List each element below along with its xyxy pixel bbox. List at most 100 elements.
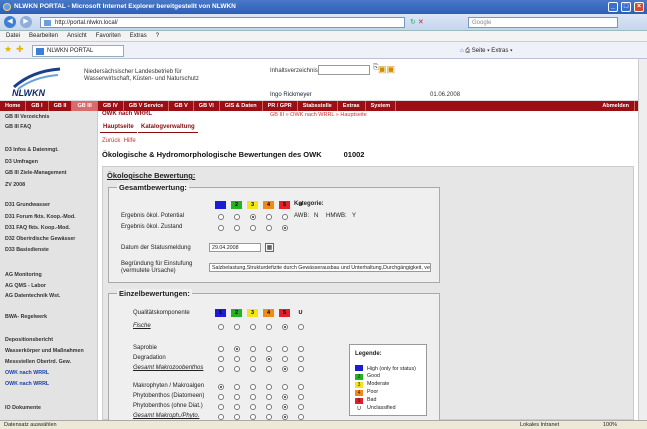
rating-radio[interactable]	[218, 324, 224, 330]
datum-input[interactable]: 29.04.2008	[209, 243, 261, 252]
rating-radio[interactable]	[234, 214, 240, 220]
rating-radio[interactable]	[250, 214, 256, 220]
forward-arrow-icon[interactable]: ▶	[20, 16, 32, 28]
menu-ansicht[interactable]: Ansicht	[67, 33, 87, 39]
rating-radio[interactable]	[298, 394, 304, 400]
nav-gb1[interactable]: GB I	[26, 101, 49, 111]
sidebar-item[interactable]: D3 Infos & Datenmgt.	[5, 147, 98, 153]
back-link[interactable]: Zurück	[102, 138, 120, 144]
rating-radio[interactable]	[266, 384, 272, 390]
rating-radio[interactable]	[234, 225, 240, 231]
close-icon[interactable]: ×	[634, 2, 644, 12]
rating-radio[interactable]	[282, 404, 288, 410]
sidebar-item[interactable]: AG Datentechnik Wst.	[5, 293, 98, 299]
rating-radio[interactable]	[234, 394, 240, 400]
home-icon[interactable]: ⌂	[460, 48, 464, 54]
browser-tab[interactable]: NLWKN PORTAL	[32, 45, 124, 57]
rating-radio[interactable]	[266, 324, 272, 330]
nav-pr-gpr[interactable]: PR / GPR	[263, 101, 298, 111]
rating-radio[interactable]	[266, 394, 272, 400]
command-bar[interactable]: ⌂ ⎙ Seite ▾ Extras ▾	[460, 45, 513, 57]
menu-help[interactable]: ?	[156, 33, 159, 39]
begruendung-input[interactable]: Salzbelastung,Strukturdefizite durch Gew…	[209, 263, 431, 272]
menu-bearbeiten[interactable]: Bearbeiten	[29, 33, 58, 39]
rating-radio[interactable]	[266, 366, 272, 372]
rating-radio[interactable]	[282, 214, 288, 220]
rating-radio[interactable]	[234, 346, 240, 352]
sidebar-item[interactable]: OWK nach WRRL	[5, 370, 98, 376]
rating-radio[interactable]	[218, 214, 224, 220]
rating-radio[interactable]	[266, 346, 272, 352]
rating-radio[interactable]	[250, 404, 256, 410]
calendar-icon[interactable]: ▦	[265, 243, 274, 252]
sidebar-item[interactable]: D31 Forum fkts. Koop.-Mod.	[5, 214, 98, 220]
menu-favoriten[interactable]: Favoriten	[96, 33, 121, 39]
rating-radio[interactable]	[234, 404, 240, 410]
rating-radio[interactable]	[282, 356, 288, 362]
stop-icon[interactable]: ✕	[418, 19, 424, 26]
rating-radio[interactable]	[218, 366, 224, 372]
nav-gis-daten[interactable]: GIS & Daten	[220, 101, 263, 111]
sidebar-item[interactable]: Depositionsbericht	[5, 337, 98, 343]
rating-radio[interactable]	[250, 225, 256, 231]
tab-hauptseite[interactable]: Hauptseite	[100, 123, 137, 133]
vertical-scrollbar[interactable]	[638, 59, 647, 420]
breadcrumb[interactable]: GB III » OWK nach WRRL » Hauptseite	[270, 112, 367, 118]
nav-gb4[interactable]: GB IV	[98, 101, 124, 111]
rating-radio[interactable]	[266, 404, 272, 410]
rating-radio[interactable]	[250, 366, 256, 372]
logout-link[interactable]: Abmelden	[597, 101, 635, 111]
nav-home[interactable]: Home	[0, 101, 27, 111]
rating-radio[interactable]	[282, 346, 288, 352]
nav-gb5[interactable]: GB V	[169, 101, 194, 111]
search-input[interactable]: Google	[468, 17, 618, 28]
sidebar-item[interactable]: ZV 2008	[5, 182, 98, 188]
refresh-icon[interactable]: ↻	[410, 19, 416, 26]
sidebar-item[interactable]: AG Monitoring	[5, 272, 98, 278]
sidebar-item[interactable]: Messstellen Oberird. Gew.	[5, 359, 98, 365]
nav-gb2[interactable]: GB II	[49, 101, 73, 111]
rating-radio[interactable]	[282, 225, 288, 231]
sidebar-item[interactable]: GB III Ziele-Management	[5, 170, 98, 176]
sidebar-item[interactable]: IO Dokumente	[5, 405, 98, 411]
rating-radio[interactable]	[250, 356, 256, 362]
sidebar-item[interactable]: GB III FAQ	[5, 124, 98, 130]
rating-radio[interactable]	[234, 324, 240, 330]
rating-radio[interactable]	[250, 346, 256, 352]
rating-radio[interactable]	[282, 394, 288, 400]
rating-radio[interactable]	[298, 346, 304, 352]
favorites-star-icon[interactable]: ★	[4, 44, 12, 55]
rating-radio[interactable]	[282, 384, 288, 390]
nav-system[interactable]: System	[366, 101, 397, 111]
nav-gb6[interactable]: GB VI	[194, 101, 220, 111]
rating-radio[interactable]	[250, 384, 256, 390]
rating-radio[interactable]	[218, 404, 224, 410]
sidebar-item[interactable]: Wasserkörper und Maßnahmen	[5, 348, 98, 354]
sidebar-item[interactable]: D31 FAQ fkts. Koop.-Mod.	[5, 225, 98, 231]
zoom-level[interactable]: 100%	[603, 421, 617, 429]
rating-radio[interactable]	[266, 225, 272, 231]
rating-radio[interactable]	[298, 324, 304, 330]
rating-radio[interactable]	[234, 356, 240, 362]
sidebar-item[interactable]: D3 Umfragen	[5, 159, 98, 165]
rating-radio[interactable]	[266, 214, 272, 220]
sidebar-item[interactable]: GB III Verzeichnis	[5, 114, 98, 120]
add-favorite-icon[interactable]: ✚	[16, 44, 24, 55]
rating-radio[interactable]	[218, 356, 224, 362]
rating-radio[interactable]	[218, 346, 224, 352]
rating-radio[interactable]	[250, 394, 256, 400]
rating-radio[interactable]	[298, 356, 304, 362]
rating-radio[interactable]	[218, 384, 224, 390]
rating-radio[interactable]	[282, 324, 288, 330]
rating-radio[interactable]	[298, 366, 304, 372]
maximize-icon[interactable]: □	[621, 2, 631, 12]
rating-radio[interactable]	[218, 394, 224, 400]
rating-radio[interactable]	[298, 404, 304, 410]
minimize-icon[interactable]: _	[608, 2, 618, 12]
sidebar-item[interactable]: D33 Basisdienste	[5, 247, 98, 253]
sidebar-item[interactable]: D32 Oberirdische Gewässer	[5, 236, 98, 242]
sidebar-item[interactable]: OWK nach WRRL	[5, 381, 98, 387]
rating-radio[interactable]	[266, 356, 272, 362]
index-input[interactable]	[318, 65, 370, 75]
rating-radio[interactable]	[298, 384, 304, 390]
